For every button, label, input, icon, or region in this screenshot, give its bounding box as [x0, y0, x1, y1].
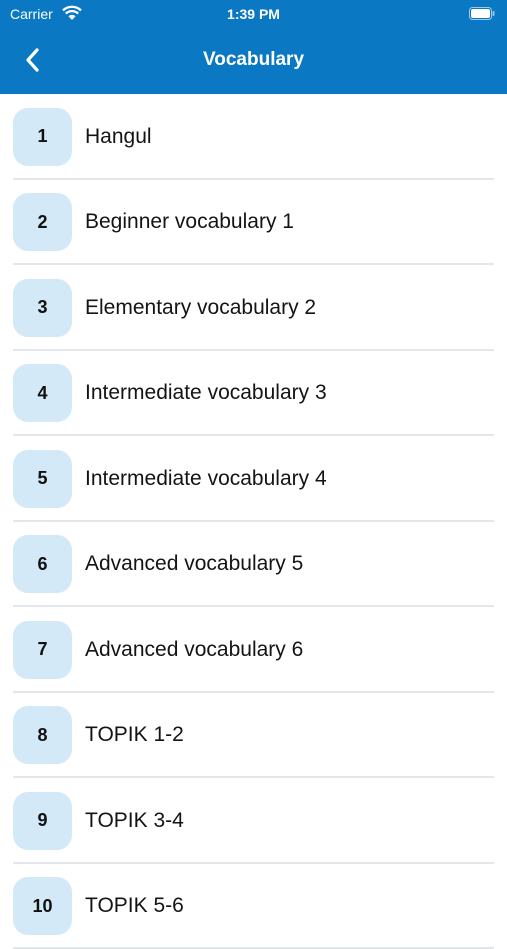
item-title: Hangul	[85, 125, 152, 149]
item-number-badge: 8	[13, 706, 72, 764]
item-title: TOPIK 3-4	[85, 809, 184, 833]
battery-icon	[469, 7, 495, 20]
item-title: Intermediate vocabulary 3	[85, 381, 327, 405]
item-title: Elementary vocabulary 2	[85, 296, 316, 320]
list-item[interactable]: 5 Intermediate vocabulary 4	[0, 436, 507, 522]
item-number-badge: 7	[13, 621, 72, 679]
item-number-badge: 2	[13, 193, 72, 251]
item-number-badge: 4	[13, 364, 72, 422]
list-item[interactable]: 7 Advanced vocabulary 6	[0, 607, 507, 693]
list-item[interactable]: 4 Intermediate vocabulary 3	[0, 351, 507, 437]
item-title: TOPIK 5-6	[85, 894, 184, 918]
item-number-badge: 3	[13, 279, 72, 337]
list-item[interactable]: 1 Hangul	[0, 94, 507, 180]
list-item[interactable]: 3 Elementary vocabulary 2	[0, 265, 507, 351]
item-title: Advanced vocabulary 6	[85, 638, 303, 662]
list-item[interactable]: 9 TOPIK 3-4	[0, 778, 507, 864]
page-title: Vocabulary	[0, 49, 507, 71]
list-item[interactable]: 6 Advanced vocabulary 5	[0, 522, 507, 608]
list-item[interactable]: 8 TOPIK 1-2	[0, 693, 507, 779]
item-title: Intermediate vocabulary 4	[85, 467, 327, 491]
item-title: Beginner vocabulary 1	[85, 210, 294, 234]
item-number-badge: 5	[13, 450, 72, 508]
list-item[interactable]: 2 Beginner vocabulary 1	[0, 180, 507, 266]
nav-bar: Vocabulary	[0, 28, 507, 94]
status-bar: Carrier 1:39 PM	[0, 0, 507, 28]
item-title: TOPIK 1-2	[85, 723, 184, 747]
vocabulary-list: 1 Hangul 2 Beginner vocabulary 1 3 Elementary…	[0, 94, 507, 949]
item-title: Advanced vocabulary 5	[85, 552, 303, 576]
item-number-badge: 6	[13, 535, 72, 593]
item-number-badge: 9	[13, 792, 72, 850]
item-number-badge: 10	[13, 877, 72, 935]
item-number-badge: 1	[13, 108, 72, 166]
list-item[interactable]: 10 TOPIK 5-6	[0, 864, 507, 949]
clock: 1:39 PM	[0, 6, 507, 22]
